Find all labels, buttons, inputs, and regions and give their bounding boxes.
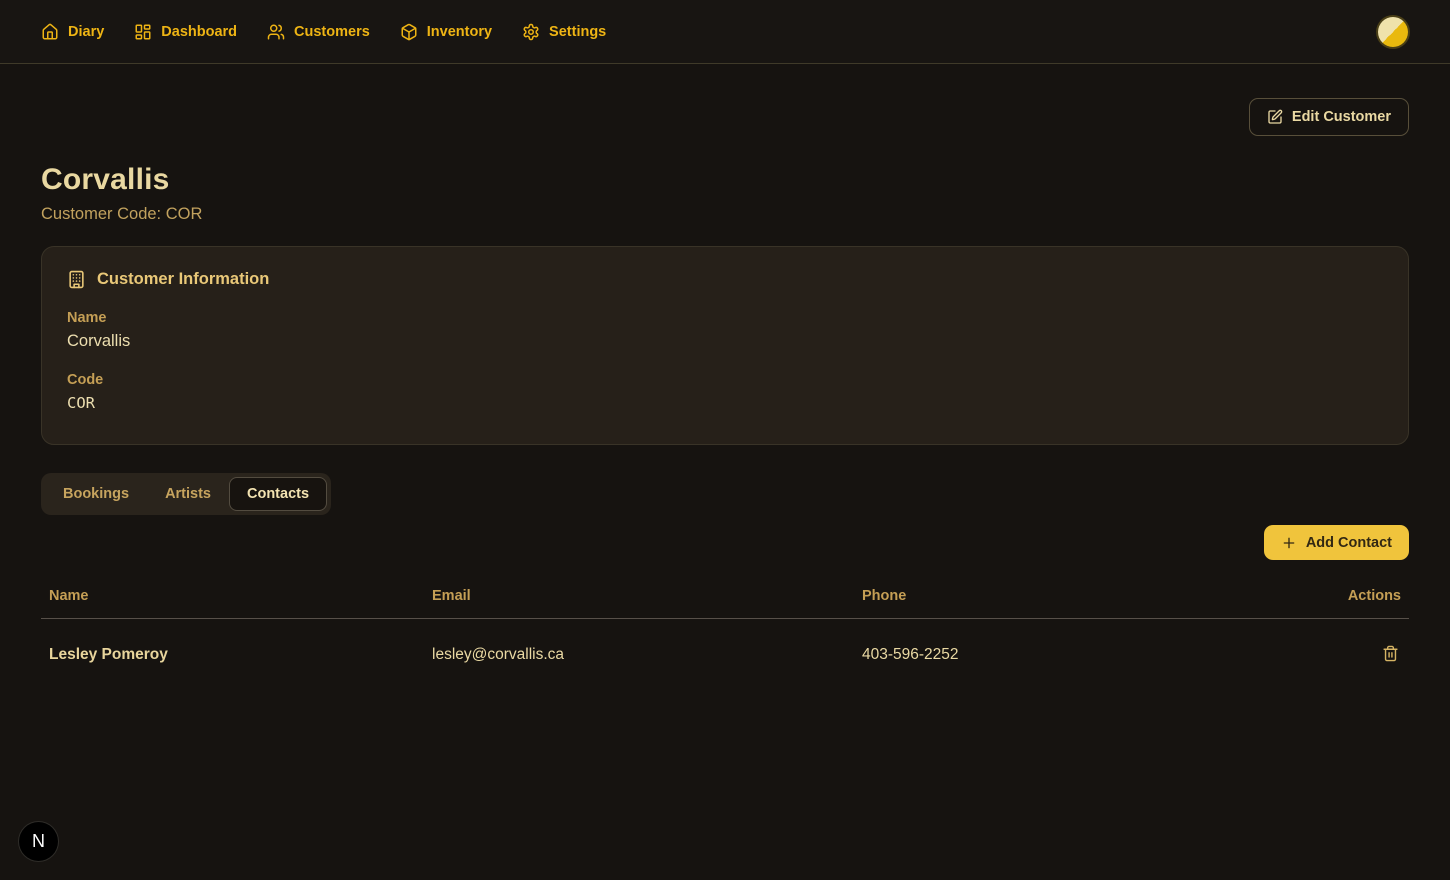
nav-label: Diary xyxy=(68,24,104,40)
add-contact-button[interactable]: Add Contact xyxy=(1264,525,1409,560)
page-title: Corvallis xyxy=(41,163,1409,197)
table-row: Lesley Pomeroy lesley@corvallis.ca 403-5… xyxy=(41,619,1409,692)
plus-icon xyxy=(1281,535,1297,551)
page-actions: Edit Customer xyxy=(41,98,1409,136)
trash-icon xyxy=(1382,645,1399,662)
top-navigation: Diary Dashboard Customers xyxy=(0,0,1450,64)
users-icon xyxy=(267,23,285,41)
nav-label: Settings xyxy=(549,24,606,40)
contact-name: Lesley Pomeroy xyxy=(41,619,424,692)
building-icon xyxy=(67,270,86,289)
contacts-actions: Add Contact xyxy=(41,525,1409,560)
nav-label: Customers xyxy=(294,24,370,40)
nav-label: Inventory xyxy=(427,24,492,40)
main-content: Edit Customer Corvallis Customer Code: C… xyxy=(0,98,1450,691)
edit-customer-button[interactable]: Edit Customer xyxy=(1249,98,1409,136)
nextjs-dev-badge[interactable]: N xyxy=(19,822,58,861)
field-value: COR xyxy=(67,394,1383,412)
nav-item-settings[interactable]: Settings xyxy=(522,23,606,41)
column-header-phone: Phone xyxy=(854,578,1314,619)
delete-contact-button[interactable] xyxy=(1380,643,1401,664)
contacts-table: Name Email Phone Actions Lesley Pomeroy … xyxy=(41,578,1409,691)
tab-artists[interactable]: Artists xyxy=(147,477,229,511)
nav-item-dashboard[interactable]: Dashboard xyxy=(134,23,237,41)
tab-bookings[interactable]: Bookings xyxy=(45,477,147,511)
nextjs-logo: N xyxy=(32,831,45,852)
home-icon xyxy=(41,23,59,41)
contact-phone: 403-596-2252 xyxy=(854,619,1314,692)
customer-information-card: Customer Information Name Corvallis Code… xyxy=(41,246,1409,445)
tab-bar: Bookings Artists Contacts xyxy=(41,473,331,515)
edit-customer-label: Edit Customer xyxy=(1292,109,1391,125)
user-avatar[interactable] xyxy=(1378,17,1408,47)
dashboard-icon xyxy=(134,23,152,41)
column-header-email: Email xyxy=(424,578,854,619)
contact-email: lesley@corvallis.ca xyxy=(424,619,854,692)
gear-icon xyxy=(522,23,540,41)
nav-label: Dashboard xyxy=(161,24,237,40)
nav-item-inventory[interactable]: Inventory xyxy=(400,23,492,41)
field-name: Name Corvallis xyxy=(67,310,1383,351)
table-header-row: Name Email Phone Actions xyxy=(41,578,1409,619)
field-label: Name xyxy=(67,310,1383,326)
field-label: Code xyxy=(67,372,1383,388)
card-title: Customer Information xyxy=(97,270,269,289)
nav-item-customers[interactable]: Customers xyxy=(267,23,370,41)
column-header-actions: Actions xyxy=(1314,578,1409,619)
customer-code-subtitle: Customer Code: COR xyxy=(41,205,1409,224)
column-header-name: Name xyxy=(41,578,424,619)
field-code: Code COR xyxy=(67,372,1383,412)
add-contact-label: Add Contact xyxy=(1306,535,1392,551)
card-header: Customer Information xyxy=(67,270,1383,289)
nav-item-diary[interactable]: Diary xyxy=(41,23,104,41)
field-value: Corvallis xyxy=(67,332,1383,351)
package-icon xyxy=(400,23,418,41)
edit-icon xyxy=(1267,109,1283,125)
tab-contacts[interactable]: Contacts xyxy=(229,477,327,511)
